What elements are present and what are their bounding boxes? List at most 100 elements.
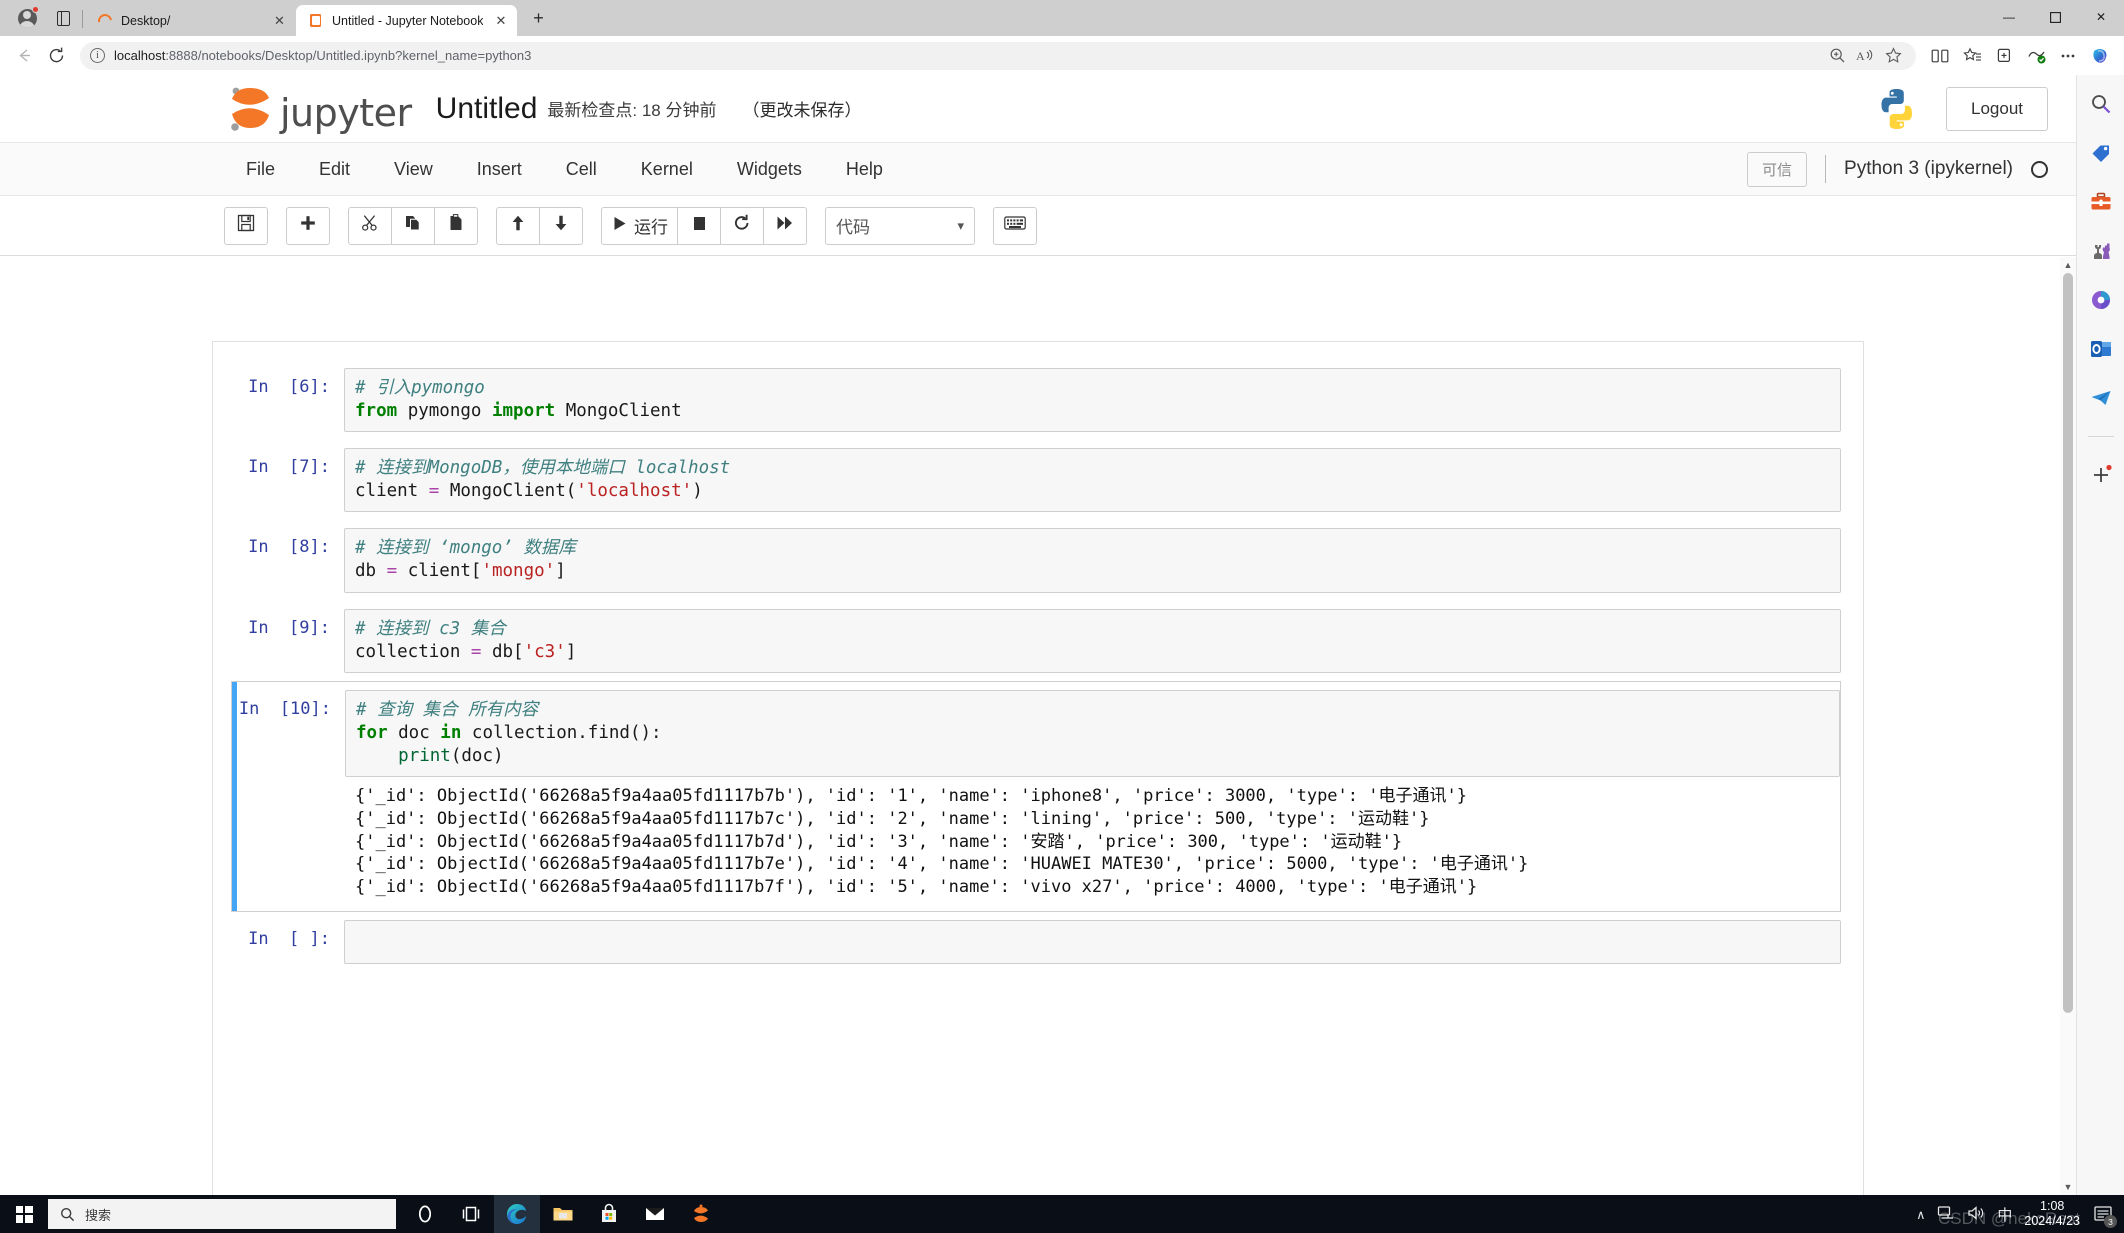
add-favorite-icon[interactable] xyxy=(1956,41,1988,71)
tabstrip-divider xyxy=(82,10,83,28)
address-bar[interactable]: i localhost:8888/notebooks/Desktop/Untit… xyxy=(80,41,1916,70)
cell-input[interactable]: # 查询 集合 所有内容 for doc in collection.find(… xyxy=(345,689,1840,778)
minimize-button[interactable]: — xyxy=(1986,0,2032,34)
telegram-icon[interactable] xyxy=(2086,383,2116,413)
toolbox-icon[interactable] xyxy=(2086,187,2116,217)
paste-button[interactable] xyxy=(434,206,478,245)
edge-icon[interactable] xyxy=(494,1195,540,1233)
jupyter-icon[interactable] xyxy=(678,1195,724,1233)
zoom-icon[interactable] xyxy=(1824,44,1850,68)
menu-item-insert[interactable]: Insert xyxy=(455,143,544,196)
menu-item-view[interactable]: View xyxy=(372,143,455,196)
notebook-cell[interactable]: In [6]: # 引入pymongo from pymongo import M… xyxy=(213,360,1863,440)
microsoft-store-icon[interactable] xyxy=(586,1195,632,1233)
reload-icon[interactable] xyxy=(40,40,72,72)
cell-input[interactable] xyxy=(344,919,1841,964)
notebook-cell[interactable]: In [10]: # 查询 集合 所有内容 for doc in collecti… xyxy=(232,681,1840,911)
cell-prompt: In [9]: xyxy=(248,617,330,638)
notebook-cell[interactable]: In [7]: # 连接到MongoDB，使用本地端口 localhost cli… xyxy=(213,440,1863,520)
notification-center-button[interactable]: 3 xyxy=(2092,1203,2117,1228)
mail-icon[interactable] xyxy=(632,1195,678,1233)
site-info-icon[interactable]: i xyxy=(90,48,105,63)
chevron-down-icon: ▾ xyxy=(957,217,964,233)
move-cell-down-button[interactable] xyxy=(539,206,583,245)
ime-indicator[interactable]: 中 xyxy=(1997,1204,2012,1225)
notebook-cell[interactable]: In [ ]: xyxy=(213,912,1863,972)
cortana-icon[interactable] xyxy=(402,1195,448,1233)
maximize-button[interactable] xyxy=(2032,0,2078,34)
cell-input[interactable]: # 连接到 ‘mongo’ 数据库 db = client['mongo'] xyxy=(344,528,1841,593)
copilot-icon[interactable] xyxy=(2084,41,2116,71)
jupyter-toolbar: 运行 代码 ▾ xyxy=(0,196,2076,256)
run-button[interactable]: 运行 xyxy=(601,206,678,245)
tab-search-button[interactable] xyxy=(48,3,78,33)
browser-tab-jupyter[interactable]: Untitled - Jupyter Notebook ✕ xyxy=(296,5,518,36)
close-icon[interactable]: ✕ xyxy=(271,12,288,29)
jupyter-wordmark: jupyter xyxy=(280,90,412,135)
search-icon[interactable] xyxy=(2086,89,2116,119)
file-explorer-icon[interactable] xyxy=(540,1195,586,1233)
network-icon[interactable] xyxy=(1937,1205,1955,1224)
task-view-icon[interactable] xyxy=(448,1195,494,1233)
menu-item-cell[interactable]: Cell xyxy=(544,143,619,196)
interrupt-kernel-button[interactable] xyxy=(677,206,721,245)
shopping-tag-icon[interactable] xyxy=(2086,138,2116,168)
restart-and-run-all-button[interactable] xyxy=(763,206,807,245)
scrollbar-thumb[interactable] xyxy=(2063,273,2073,1013)
trusted-badge[interactable]: 可信 xyxy=(1747,151,1808,187)
notebook-cell[interactable]: In [8]: # 连接到 ‘mongo’ 数据库 db = client['mo… xyxy=(213,520,1863,600)
read-aloud-icon[interactable]: A xyxy=(1852,44,1878,68)
scroll-up-arrow[interactable]: ▲ xyxy=(2060,257,2076,273)
taskbar-apps xyxy=(402,1195,724,1233)
cell-input[interactable]: # 引入pymongo from pymongo import MongoCli… xyxy=(344,368,1841,433)
save-button[interactable] xyxy=(224,206,268,245)
jupyter-logo[interactable]: jupyter xyxy=(224,86,412,132)
cell-input[interactable]: # 连接到 c3 集合 collection = db['c3'] xyxy=(344,608,1841,673)
insert-cell-below-button[interactable] xyxy=(286,206,330,245)
toolbar-group-move xyxy=(496,206,583,245)
notebook-cell[interactable]: In [9]: # 连接到 c3 集合 collection = db['c3'] xyxy=(213,601,1863,681)
command-palette-button[interactable] xyxy=(993,206,1037,245)
games-icon[interactable] xyxy=(2086,236,2116,266)
cell-type-dropdown[interactable]: 代码 ▾ xyxy=(825,206,975,245)
back-icon[interactable] xyxy=(8,40,40,72)
cut-button[interactable] xyxy=(348,206,392,245)
cell-body: # 查询 集合 所有内容 for doc in collection.find(… xyxy=(345,689,1840,903)
add-sidebar-app-button[interactable] xyxy=(2086,460,2116,490)
cell-body: # 连接到 ‘mongo’ 数据库 db = client['mongo'] xyxy=(344,528,1841,593)
page-scrollbar[interactable]: ▲ ▼ xyxy=(2060,257,2076,1195)
menu-item-kernel[interactable]: Kernel xyxy=(619,143,715,196)
notebook-title[interactable]: Untitled xyxy=(436,92,538,126)
restart-kernel-button[interactable] xyxy=(720,206,764,245)
new-tab-button[interactable]: + xyxy=(523,3,553,33)
menu-item-help[interactable]: Help xyxy=(824,143,905,196)
jupyter-icon xyxy=(308,13,323,28)
volume-icon[interactable] xyxy=(1967,1205,1985,1224)
split-screen-icon[interactable] xyxy=(1924,41,1956,71)
more-options-icon[interactable] xyxy=(2052,41,2084,71)
profile-button[interactable] xyxy=(10,3,44,33)
close-button[interactable]: ✕ xyxy=(2078,0,2124,34)
logout-button[interactable]: Logout xyxy=(1946,86,2048,131)
browser-tab-desktop[interactable]: Desktop/ ✕ xyxy=(86,5,296,36)
menu-item-edit[interactable]: Edit xyxy=(297,143,372,196)
favorite-star-icon[interactable] xyxy=(1880,44,1906,68)
copy-button[interactable] xyxy=(391,206,435,245)
scroll-down-arrow[interactable]: ▼ xyxy=(2060,1179,2076,1195)
tray-overflow-button[interactable]: ∧ xyxy=(1916,1207,1925,1222)
office-icon[interactable] xyxy=(2086,285,2116,315)
move-cell-up-button[interactable] xyxy=(496,206,540,245)
taskbar-search[interactable]: 搜索 xyxy=(48,1199,396,1229)
outlook-icon[interactable] xyxy=(2086,334,2116,364)
code-token-plain: MongoClient xyxy=(555,401,682,422)
taskbar-clock[interactable]: 1:08 2024/4/23 xyxy=(2024,1199,2080,1229)
close-icon[interactable]: ✕ xyxy=(492,12,509,29)
start-button[interactable] xyxy=(0,1195,48,1233)
cell-input[interactable]: # 连接到MongoDB，使用本地端口 localhost client = M… xyxy=(344,448,1841,513)
menu-item-file[interactable]: File xyxy=(224,143,297,196)
restart-icon xyxy=(733,214,751,237)
profile-alert-dot xyxy=(32,6,39,13)
menu-item-widgets[interactable]: Widgets xyxy=(715,143,824,196)
collections-icon[interactable] xyxy=(1988,41,2020,71)
browser-essentials-icon[interactable] xyxy=(2020,41,2052,71)
